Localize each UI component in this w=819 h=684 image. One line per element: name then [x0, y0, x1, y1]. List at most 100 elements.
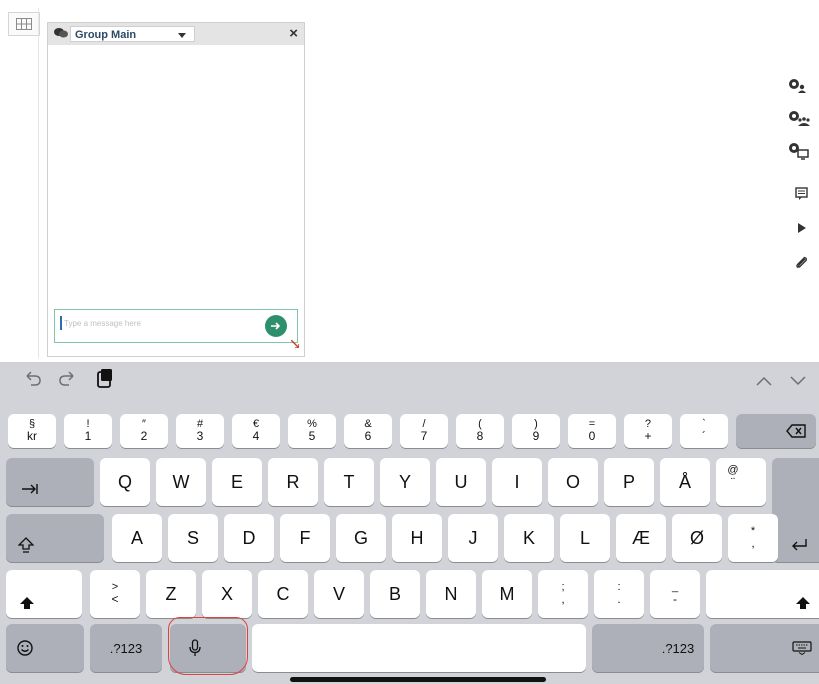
group-select[interactable]: Group Main — [70, 26, 195, 42]
key-n[interactable]: N — [426, 570, 476, 618]
key-bottom: 8 — [476, 429, 484, 444]
mic-highlight-annotation — [168, 617, 248, 675]
numbers-key-left-label: .?123 — [109, 640, 143, 656]
key-o[interactable]: O — [548, 458, 598, 506]
shift-icon — [20, 597, 34, 609]
key-3[interactable]: #3 — [176, 414, 224, 448]
screen-share-icon[interactable] — [788, 142, 810, 162]
numbers-key-left[interactable]: .?123 — [90, 624, 162, 672]
key-h[interactable]: H — [392, 514, 442, 562]
key-t[interactable]: T — [324, 458, 374, 506]
key-bottom: 0 — [588, 429, 596, 444]
chevron-up-icon[interactable] — [756, 376, 772, 386]
key-aa[interactable]: Å — [660, 458, 710, 506]
key-section[interactable]: § kr — [8, 414, 56, 448]
key-bottom: 9 — [532, 429, 540, 444]
key-e[interactable]: E — [212, 458, 262, 506]
group-share-icon[interactable] — [788, 110, 810, 128]
message-input[interactable] — [60, 316, 254, 330]
key-bottom: 2 — [140, 429, 148, 444]
tab-icon — [22, 484, 38, 494]
key-at[interactable]: @ ¨ — [716, 458, 766, 506]
key-f[interactable]: F — [280, 514, 330, 562]
key-4[interactable]: €4 — [232, 414, 280, 448]
resize-icon[interactable] — [291, 340, 299, 348]
key-bottom: - — [673, 592, 677, 607]
key-7[interactable]: /7 — [400, 414, 448, 448]
key-bottom: , — [751, 536, 755, 551]
key-v[interactable]: V — [314, 570, 364, 618]
key-colon[interactable]: :. — [594, 570, 644, 618]
key-bottom: , — [561, 592, 565, 607]
shift-right-key[interactable] — [706, 570, 819, 618]
key-oe[interactable]: Ø — [672, 514, 722, 562]
key-d[interactable]: D — [224, 514, 274, 562]
key-k[interactable]: K — [504, 514, 554, 562]
emoji-key[interactable] — [6, 624, 84, 672]
user-share-icon[interactable] — [788, 78, 808, 96]
key-x[interactable]: X — [202, 570, 252, 618]
key-i[interactable]: I — [492, 458, 542, 506]
tab-key[interactable] — [6, 458, 94, 506]
key-dash[interactable]: _ - — [650, 570, 700, 618]
key-5[interactable]: % 5 — [288, 414, 336, 448]
key-j[interactable]: J — [448, 514, 498, 562]
hide-keyboard-key[interactable] — [710, 624, 819, 672]
key-r[interactable]: R — [268, 458, 318, 506]
return-key[interactable] — [772, 458, 819, 562]
play-icon[interactable] — [797, 222, 807, 234]
key-l[interactable]: L — [560, 514, 610, 562]
key-8[interactable]: (8 — [456, 414, 504, 448]
key-plus[interactable]: ? + — [624, 414, 672, 448]
shift-icon — [795, 597, 810, 609]
key-y[interactable]: Y — [380, 458, 430, 506]
key-0[interactable]: = 0 — [568, 414, 616, 448]
key-q[interactable]: Q — [100, 458, 150, 506]
key-asterisk[interactable]: *, — [728, 514, 778, 562]
numbers-key-right[interactable]: .?123 — [592, 624, 704, 672]
key-b[interactable]: B — [370, 570, 420, 618]
key-bottom: 4 — [252, 429, 260, 444]
key-semicolon[interactable]: ;, — [538, 570, 588, 618]
key-g[interactable]: G — [336, 514, 386, 562]
send-button[interactable] — [265, 315, 287, 337]
key-s[interactable]: S — [168, 514, 218, 562]
undo-icon[interactable] — [22, 370, 42, 386]
paste-icon[interactable] — [96, 368, 114, 388]
return-icon — [791, 539, 807, 551]
key-a[interactable]: A — [112, 514, 162, 562]
key-angle[interactable]: > < — [90, 570, 140, 618]
delete-key[interactable] — [736, 414, 816, 448]
close-icon[interactable]: × — [289, 25, 298, 42]
attachment-icon[interactable] — [795, 256, 808, 269]
key-m[interactable]: M — [482, 570, 532, 618]
caps-lock-icon — [18, 537, 34, 553]
divider — [38, 8, 39, 358]
grid-view-button[interactable] — [8, 12, 40, 36]
redo-icon[interactable] — [58, 370, 78, 386]
key-bottom: ¨ — [730, 475, 735, 490]
key-ae[interactable]: Æ — [616, 514, 666, 562]
key-2[interactable]: ″ 2 — [120, 414, 168, 448]
chevron-down-icon[interactable] — [790, 376, 806, 386]
key-9[interactable]: ) 9 — [512, 414, 560, 448]
message-field[interactable] — [54, 309, 299, 348]
keyboard: § kr ! 1 ″ 2 #3 €4 % 5 & 6 /7 (8 ) 9 = 0 ? + ` ´ … — [0, 362, 819, 684]
chat-icon[interactable] — [795, 187, 808, 200]
key-accent[interactable]: ` ´ — [680, 414, 728, 448]
key-p[interactable]: P — [604, 458, 654, 506]
key-bottom: 5 — [308, 429, 316, 444]
delete-icon — [786, 424, 806, 438]
key-1[interactable]: ! 1 — [64, 414, 112, 448]
caps-lock-key[interactable] — [6, 514, 104, 562]
home-indicator — [290, 677, 546, 682]
key-6[interactable]: & 6 — [344, 414, 392, 448]
shift-left-key[interactable] — [6, 570, 82, 618]
key-bottom: . — [617, 592, 621, 607]
key-c[interactable]: C — [258, 570, 308, 618]
key-u[interactable]: U — [436, 458, 486, 506]
key-w[interactable]: W — [156, 458, 206, 506]
key-z[interactable]: Z — [146, 570, 196, 618]
key-bottom: kr — [27, 429, 37, 444]
space-key[interactable] — [252, 624, 586, 672]
